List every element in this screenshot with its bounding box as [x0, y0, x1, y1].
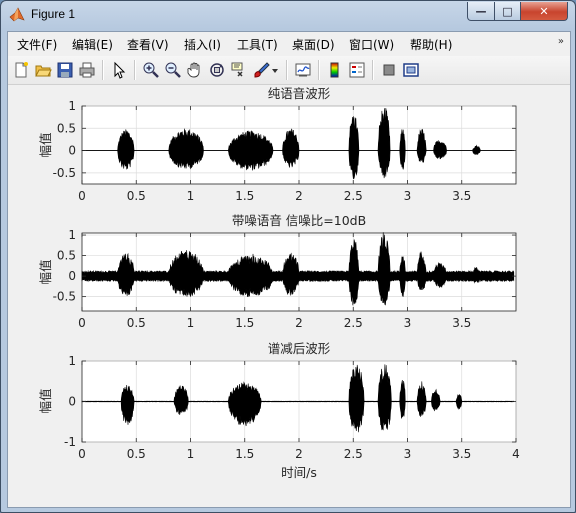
y-tick-label: 1 [68, 228, 76, 242]
matlab-logo-icon [9, 7, 25, 22]
x-tick-label: 2.5 [344, 316, 363, 330]
x-tick-label: 1 [187, 189, 195, 203]
y-tick-label: -0.5 [53, 290, 76, 304]
subplot-title: 纯语音波形 [268, 86, 331, 101]
x-tick-label: 4 [512, 447, 520, 461]
y-axis-label: 幅值 [38, 259, 53, 284]
zoom-in-icon[interactable] [142, 61, 160, 79]
x-tick-label: 0.5 [127, 316, 146, 330]
save-icon[interactable] [56, 61, 74, 79]
y-axis-label: 幅值 [38, 132, 53, 157]
x-tick-label: 2 [295, 447, 303, 461]
minimize-icon: — [475, 4, 487, 18]
pan-hand-icon[interactable] [186, 61, 204, 79]
data-cursor-icon[interactable] [230, 61, 248, 79]
toolbar-separator [134, 60, 136, 80]
new-figure-icon[interactable] [12, 61, 30, 79]
x-tick-label: 1.5 [235, 189, 254, 203]
figure-canvas: 0 0.5 1 1.5 2 2.5 3 3.5 1 0.5 0 -0.5 纯语音波形 幅值 0 0.5 1… [8, 86, 570, 507]
edit-plot-arrow-icon[interactable] [110, 61, 128, 79]
x-tick-label: 1 [187, 447, 195, 461]
print-icon[interactable] [78, 61, 96, 79]
x-tick-label: 3.5 [452, 447, 471, 461]
x-tick-label: 0 [78, 316, 86, 330]
x-tick-label: 1.5 [235, 447, 254, 461]
minimize-button[interactable]: — [467, 2, 495, 21]
toolbar-separator [102, 60, 104, 80]
window-title: Figure 1 [31, 7, 76, 21]
menu-insert[interactable]: 插入(I) [184, 36, 221, 53]
insert-colorbar-icon[interactable] [326, 61, 344, 79]
dropdown-arrow-icon[interactable] [270, 61, 280, 79]
y-tick-label: 0.5 [57, 121, 76, 135]
plots-svg: 0 0.5 1 1.5 2 2.5 3 3.510.50-0.5 纯语音波形 幅值 0 0.5 1… [38, 86, 520, 480]
window-client-area: 文件(F) 编辑(E) 查看(V) 插入(I) 工具(T) 桌面(D) 窗口(W… [7, 31, 571, 508]
menu-bar: 文件(F) 编辑(E) 查看(V) 插入(I) 工具(T) 桌面(D) 窗口(W… [8, 32, 570, 55]
x-axis-label: 时间/s [281, 465, 317, 480]
x-tick-label: 3 [404, 316, 412, 330]
close-button[interactable]: ✕ [520, 2, 568, 21]
x-tick-label: 2 [295, 189, 303, 203]
y-tick-label: 0.5 [57, 249, 76, 263]
y-tick-label: 1 [68, 99, 76, 113]
y-tick-label: -1 [64, 435, 76, 449]
x-tick-label: 2 [295, 316, 303, 330]
y-tick-label: 0 [68, 269, 76, 283]
axes-2[interactable]: 0 0.5 1 1.5 2 2.5 3 3.510.50-0.5 带噪语音 信噪比=10dB … [38, 213, 517, 330]
x-tick-label: 3 [404, 447, 412, 461]
x-tick-label: 0 [78, 189, 86, 203]
x-tick-label: 3.5 [452, 189, 471, 203]
x-tick-label: 3 [404, 189, 412, 203]
close-icon: ✕ [539, 4, 549, 18]
menu-file[interactable]: 文件(F) [17, 36, 57, 53]
x-tick-label: 0 [78, 447, 86, 461]
x-tick-label: 3.5 [452, 316, 471, 330]
show-plot-tools-icon[interactable] [402, 61, 420, 79]
title-bar[interactable]: Figure 1 — □ ✕ [1, 1, 575, 30]
menu-window[interactable]: 窗口(W) [349, 36, 394, 53]
subplot-title: 谱减后波形 [268, 341, 331, 356]
y-tick-label: -0.5 [53, 166, 76, 180]
menu-tools[interactable]: 工具(T) [237, 36, 278, 53]
rotate-3d-icon[interactable] [208, 61, 226, 79]
y-tick-label: 1 [68, 354, 76, 368]
double-chevron-icon[interactable]: » [558, 36, 564, 47]
brush-icon[interactable] [252, 61, 270, 79]
subplot-title: 带噪语音 信噪比=10dB [232, 213, 366, 228]
x-tick-label: 1.5 [235, 316, 254, 330]
maximize-button[interactable]: □ [494, 2, 521, 21]
figure-window: Figure 1 — □ ✕ 文件(F) 编辑(E) 查看(V) 插入(I) 工… [0, 0, 576, 513]
x-tick-label: 0.5 [127, 189, 146, 203]
hide-plot-tools-icon[interactable] [380, 61, 398, 79]
axes-1[interactable]: 0 0.5 1 1.5 2 2.5 3 3.510.50-0.5 纯语音波形 幅值 [38, 86, 517, 203]
zoom-out-icon[interactable] [164, 61, 182, 79]
open-file-icon[interactable] [34, 61, 52, 79]
x-tick-label: 1 [187, 316, 195, 330]
menu-edit[interactable]: 编辑(E) [72, 36, 113, 53]
toolbar-separator [286, 60, 288, 80]
y-axis-label: 幅值 [38, 388, 53, 413]
x-tick-label: 0.5 [127, 447, 146, 461]
x-tick-label: 2.5 [344, 189, 363, 203]
menu-desktop[interactable]: 桌面(D) [292, 36, 335, 53]
link-plot-icon[interactable] [294, 61, 312, 79]
y-tick-label: 0 [68, 395, 76, 409]
axes-3[interactable]: 0 0.5 1 1.5 2 2.5 3 3.5 410-1 谱减后波形 幅值 时间/s [38, 341, 520, 480]
figure-toolbar [8, 56, 570, 85]
toolbar-separator [318, 60, 320, 80]
menu-view[interactable]: 查看(V) [127, 36, 169, 53]
insert-legend-icon[interactable] [348, 61, 366, 79]
maximize-icon: □ [502, 4, 513, 18]
menu-help[interactable]: 帮助(H) [410, 36, 452, 53]
toolbar-separator [372, 60, 374, 80]
x-tick-label: 2.5 [344, 447, 363, 461]
y-tick-label: 0 [68, 144, 76, 158]
